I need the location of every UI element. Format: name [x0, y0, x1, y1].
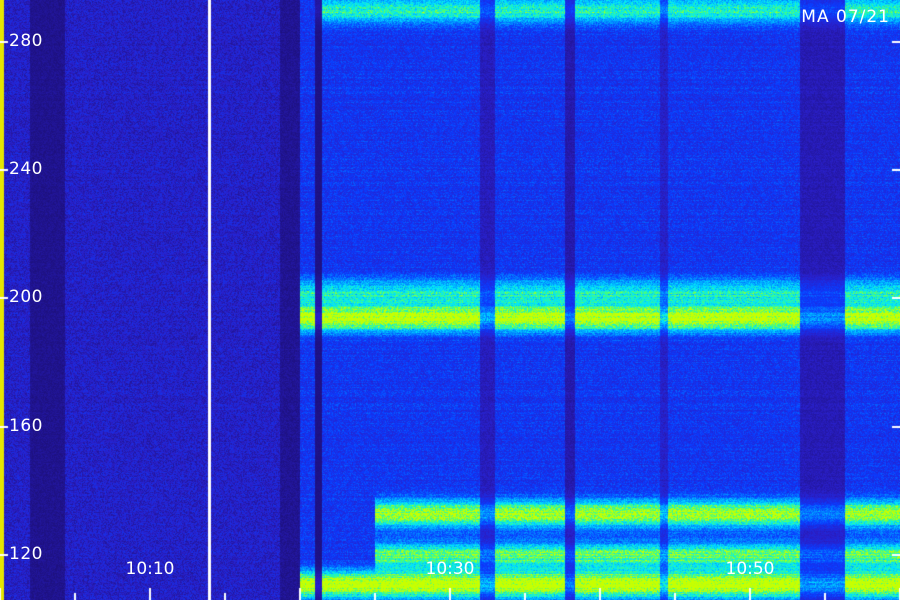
y-tick-label: 120 [9, 544, 43, 565]
y-tick-label: 160 [9, 415, 43, 436]
y-tick-label: 240 [9, 159, 43, 180]
spectrogram-plot [0, 0, 900, 600]
x-tick-label: 10:30 [425, 559, 475, 579]
y-tick-label: 280 [9, 30, 43, 51]
station-date-label: MA 07/21 [801, 7, 890, 27]
x-tick-label: 10:50 [725, 559, 775, 579]
y-tick-label: 200 [9, 287, 43, 308]
x-tick-label: 10:10 [125, 559, 175, 579]
